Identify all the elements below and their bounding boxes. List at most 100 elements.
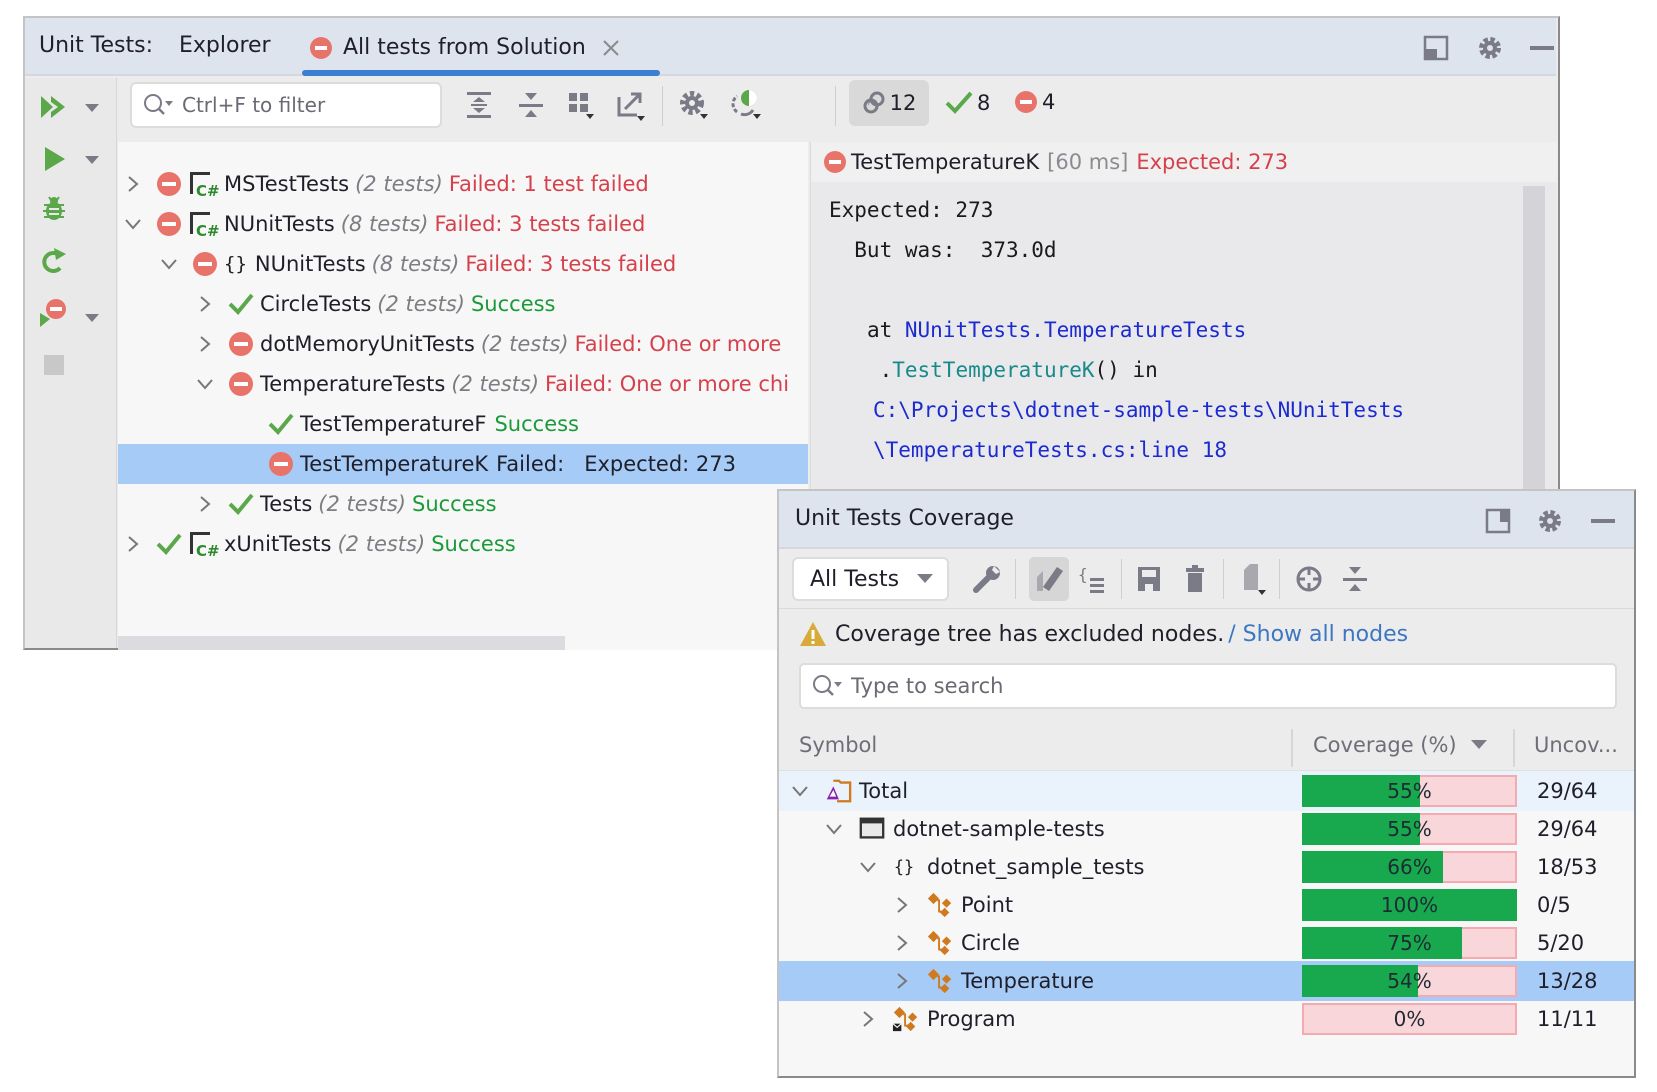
chevron-right-icon[interactable] (891, 970, 913, 992)
tree-row[interactable]: C# MSTestTests (2 tests) Failed: 1 test … (118, 164, 808, 204)
tab-all-tests-from-solution[interactable]: All tests from Solution (309, 35, 620, 60)
source-path-link[interactable]: C:\Projects\dotnet-sample-tests\NUnitTes… (873, 398, 1404, 422)
chevron-right-icon[interactable] (194, 333, 216, 355)
source-path-link[interactable]: \TemperatureTests.cs:line 18 (873, 438, 1227, 462)
check-icon (156, 533, 182, 555)
search-icon (813, 675, 842, 696)
save-button[interactable] (1131, 561, 1167, 597)
tab-explorer[interactable]: Explorer (179, 33, 271, 58)
minimize-icon[interactable] (1528, 34, 1556, 62)
tree-row[interactable]: C# NUnitTests (8 tests) Failed: 3 tests … (118, 204, 808, 244)
chevron-down-icon[interactable] (194, 373, 216, 395)
chevron-right-icon[interactable] (857, 1008, 879, 1030)
locate-button[interactable] (1291, 561, 1327, 597)
debug-button[interactable] (37, 192, 71, 226)
settings-button[interactable] (677, 88, 711, 122)
chevron-right-icon[interactable] (194, 293, 216, 315)
toolbar-separator (835, 86, 836, 126)
failed-tests-filter[interactable]: 4 (1014, 90, 1055, 114)
run-all-button[interactable] (37, 90, 71, 124)
expand-all-button[interactable] (462, 88, 496, 122)
symbol-name: Program (927, 1007, 1016, 1031)
filter-input[interactable] (182, 93, 422, 117)
collapse-all-button[interactable] (1337, 561, 1373, 597)
tree-row[interactable]: {} NUnitTests (8 tests) Failed: 3 tests … (118, 244, 808, 284)
chevron-down-icon[interactable] (857, 856, 879, 878)
filter-field[interactable] (130, 82, 442, 128)
show-code-button[interactable]: { (1075, 561, 1111, 597)
stack-type[interactable]: NUnitTests.TemperatureTests (905, 318, 1246, 342)
layout-icon[interactable] (1484, 507, 1512, 535)
class-icon (927, 930, 952, 956)
test-output-header: TestTemperatureK [60 ms] Expected: 273 (811, 142, 1557, 182)
coverage-row[interactable]: Total 55% 29/64 (779, 771, 1634, 811)
run-all-dropdown-icon[interactable] (85, 104, 99, 114)
node-name: TestTemperatureF (300, 412, 487, 436)
run-failed-dropdown-icon[interactable] (85, 314, 99, 324)
close-tab-icon[interactable] (602, 39, 620, 57)
run-dropdown-icon[interactable] (85, 156, 99, 166)
tree-row-selected[interactable]: TestTemperatureK Failed: Expected: 273 (118, 444, 808, 484)
gear-icon[interactable] (1536, 507, 1564, 535)
coverage-row-selected[interactable]: Temperature 54% 13/28 (779, 961, 1634, 1001)
column-separator[interactable] (1513, 729, 1515, 767)
chevron-right-icon[interactable] (194, 493, 216, 515)
chevron-down-icon[interactable] (823, 818, 845, 840)
tree-row[interactable]: TestTemperatureF Success (118, 404, 808, 444)
repeat-button[interactable] (37, 244, 71, 278)
group-by-button[interactable] (564, 88, 598, 122)
tree-row[interactable]: TemperatureTests (2 tests) Failed: One o… (118, 364, 808, 404)
node-name: Tests (260, 492, 313, 516)
coverage-search-field[interactable] (799, 663, 1617, 709)
csharp-project-icon: C# (190, 212, 220, 238)
minimize-icon[interactable] (1589, 507, 1617, 535)
chevron-down-icon[interactable] (158, 253, 180, 275)
passed-tests-filter[interactable]: 8 (945, 90, 990, 116)
chevron-right-icon[interactable] (891, 932, 913, 954)
stop-button[interactable] (37, 348, 71, 382)
tree-row[interactable]: CircleTests (2 tests) Success (118, 284, 808, 324)
output-duration: [60 ms] (1047, 150, 1129, 174)
run-all-icon (41, 96, 65, 118)
coverage-settings-button[interactable] (969, 561, 1005, 597)
column-coverage[interactable]: Coverage (%) (1313, 733, 1487, 757)
chevron-right-icon[interactable] (122, 533, 144, 555)
run-button[interactable] (37, 142, 71, 176)
column-symbol[interactable]: Symbol (799, 733, 877, 757)
gear-icon[interactable] (1476, 34, 1504, 62)
export-button[interactable] (614, 88, 648, 122)
tree-row[interactable]: Tests (2 tests) Success (118, 484, 808, 524)
coverage-row[interactable]: Point 100% 0/5 (779, 885, 1634, 925)
failed-icon (1015, 91, 1037, 113)
chevron-down-icon[interactable] (122, 213, 144, 235)
column-separator[interactable] (1291, 729, 1293, 767)
coverage-row[interactable]: {} dotnet_sample_tests 66% 18/53 (779, 847, 1634, 887)
tree-row[interactable]: dotMemoryUnitTests (2 tests) Failed: One… (118, 324, 808, 364)
tests-filter-dropdown[interactable]: All Tests (792, 557, 949, 601)
layout-icon[interactable] (1422, 34, 1450, 62)
chevron-right-icon[interactable] (891, 894, 913, 916)
namespace-icon: {} (224, 253, 247, 275)
warning-text: Coverage tree has excluded nodes. (835, 621, 1225, 647)
delete-button[interactable] (1177, 561, 1213, 597)
total-tests-filter[interactable]: 12 (849, 80, 929, 126)
failed-icon (269, 452, 293, 476)
column-uncovered[interactable]: Uncov... (1534, 733, 1618, 757)
coverage-row[interactable]: Program 0% 11/11 (779, 999, 1634, 1039)
coverage-row[interactable]: dotnet-sample-tests 55% 29/64 (779, 809, 1634, 849)
coverage-search-input[interactable] (851, 674, 1551, 698)
chevron-down-icon[interactable] (789, 780, 811, 802)
chevron-right-icon[interactable] (122, 173, 144, 195)
highlight-code-button[interactable] (1029, 557, 1069, 601)
internal-class-icon (892, 1006, 918, 1032)
show-all-nodes-link[interactable]: / Show all nodes (1228, 622, 1408, 647)
export-report-button[interactable] (1235, 561, 1271, 597)
repeat-icon (42, 248, 66, 273)
coverage-row[interactable]: Circle 75% 5/20 (779, 923, 1634, 963)
run-failed-button[interactable] (37, 296, 71, 330)
collapse-all-button[interactable] (514, 88, 548, 122)
coverage-button[interactable] (729, 88, 763, 122)
stack-method[interactable]: TestTemperatureK (892, 358, 1094, 382)
horizontal-scrollbar[interactable] (118, 636, 565, 650)
tree-row[interactable]: C# xUnitTests (2 tests) Success (118, 524, 808, 564)
